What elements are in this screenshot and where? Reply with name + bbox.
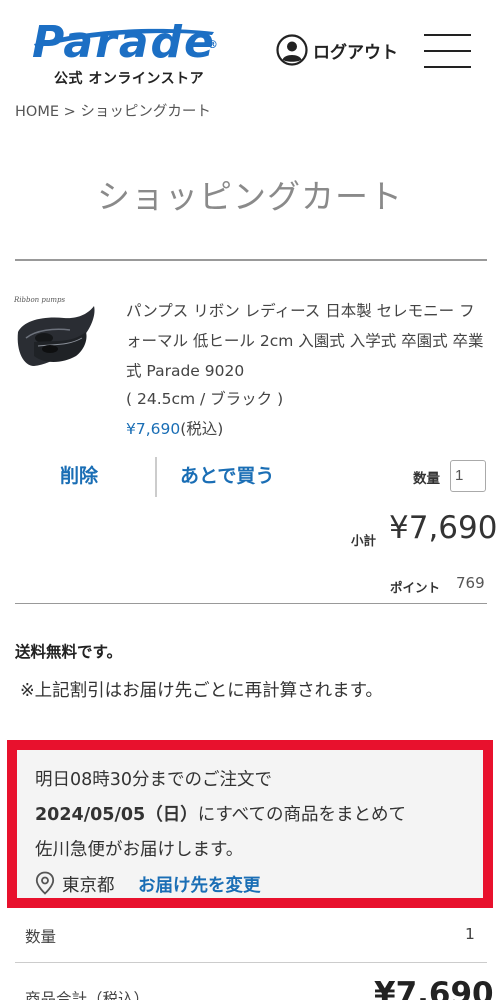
logout-button[interactable]: ログアウト — [276, 34, 398, 66]
action-divider — [155, 457, 157, 497]
user-icon — [276, 34, 308, 66]
product-price-tax-note: (税込) — [180, 420, 224, 438]
delivery-cutoff-text: 明日08時30分までのご注文で — [35, 770, 273, 790]
delete-button[interactable]: 削除 — [60, 461, 98, 488]
summary-quantity-value: 1 — [465, 925, 475, 943]
logo-wordmark: Parade — [32, 17, 216, 68]
free-shipping-notice: 送料無料です。 — [15, 643, 122, 661]
delivery-date-rest: にすべての商品をまとめて — [197, 805, 406, 825]
delivery-prefecture: 東京都 — [62, 876, 115, 896]
delivery-date: 2024/05/05（日） — [35, 805, 198, 825]
delivery-date-text: 2024/05/05（日）にすべての商品をまとめて — [35, 801, 406, 826]
hamburger-menu-icon[interactable] — [424, 34, 471, 68]
title-divider — [15, 259, 487, 261]
menu-bar — [424, 66, 471, 68]
save-for-later-button[interactable]: あとで買う — [180, 461, 274, 488]
logo-subtitle: 公式 オンラインストア — [54, 71, 205, 87]
quantity-label: 数量 — [413, 471, 440, 487]
parade-logo[interactable]: Parade ® 公式 オンラインストア — [30, 18, 230, 88]
discount-recalc-note: ※上記割引はお届け先ごとに再計算されます。 — [20, 681, 383, 701]
product-price: ¥7,690(税込) — [126, 417, 223, 439]
menu-bar — [424, 34, 471, 36]
item-divider — [15, 603, 487, 604]
point-label: ポイント — [390, 580, 441, 595]
product-price-amount: ¥7,690 — [126, 420, 181, 438]
subtotal-value: ¥7,690 — [389, 510, 498, 546]
product-variant: ( 24.5cm / ブラック ) — [126, 390, 284, 408]
product-image[interactable]: Ribbon pumps — [14, 292, 98, 384]
change-address-link[interactable]: お届け先を変更 — [138, 872, 261, 897]
image-caption: Ribbon pumps — [14, 296, 66, 304]
menu-bar — [424, 50, 471, 52]
site-header: Parade ® 公式 オンラインストア ログアウト — [0, 0, 500, 92]
page-title: ショッピングカート — [97, 177, 403, 216]
product-name[interactable]: パンプス リボン レディース 日本製 セレモニー フォーマル 低ヒール 2cm … — [126, 296, 488, 386]
location-pin-icon — [35, 871, 55, 895]
subtotal-label: 小計 — [351, 533, 377, 548]
point-value: 769 — [456, 574, 485, 592]
summary-total-label: 商品合計（税込） — [25, 990, 150, 1000]
summary-divider — [15, 962, 487, 963]
summary-quantity-label: 数量 — [25, 928, 57, 946]
delivery-estimate-box: 明日08時30分までのご注文で 2024/05/05（日）にすべての商品をまとめ… — [7, 740, 493, 908]
delivery-carrier-text: 佐川急便がお届けします。 — [35, 840, 244, 860]
quantity-input[interactable]: 1 — [450, 460, 486, 492]
breadcrumb[interactable]: HOME > ショッピングカート — [15, 100, 211, 121]
logout-label: ログアウト — [313, 42, 398, 63]
summary-total-value: ¥7,690 — [374, 976, 494, 1000]
logo-registered-mark: ® — [207, 38, 218, 51]
